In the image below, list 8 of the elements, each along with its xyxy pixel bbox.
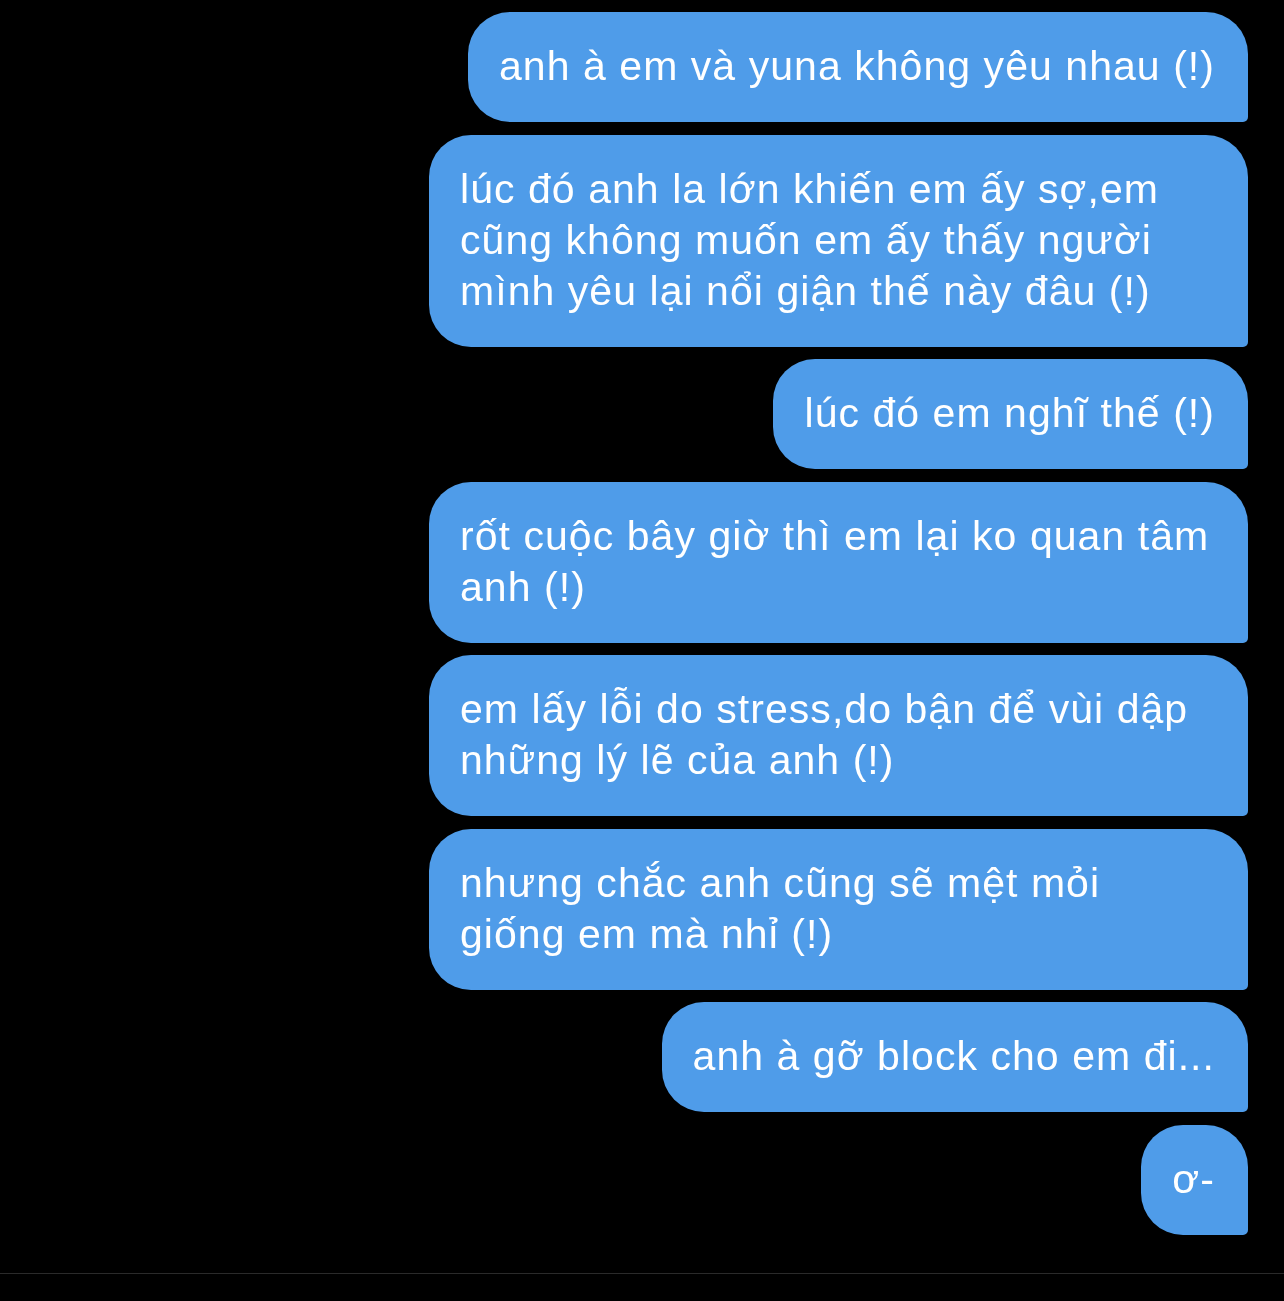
message-bubble: ơ-: [1141, 1124, 1248, 1235]
message-bubble: nhưng chắc anh cũng sẽ mệt mỏi giống em mà nhỉ (!): [429, 828, 1248, 990]
message-bubble: anh à gỡ block cho em đi...: [661, 1002, 1248, 1112]
message-bubble: em lấy lỗi do stress,do bận để vùi dập những lý lẽ của anh (!): [429, 655, 1248, 816]
message-bubble: anh à em và yuna không yêu nhau (!): [468, 12, 1248, 122]
message-bubble: rốt cuộc bây giờ thì em lại ko quan tâm anh (!): [429, 481, 1248, 643]
message-bubble: lúc đó em nghĩ thế (!): [773, 359, 1248, 469]
message-bubble: lúc đó anh la lớn khiến em ấy sợ,em cũng không muốn em ấy thấy người mình yêu lại nổi giận thế này đâu (!): [429, 134, 1248, 347]
